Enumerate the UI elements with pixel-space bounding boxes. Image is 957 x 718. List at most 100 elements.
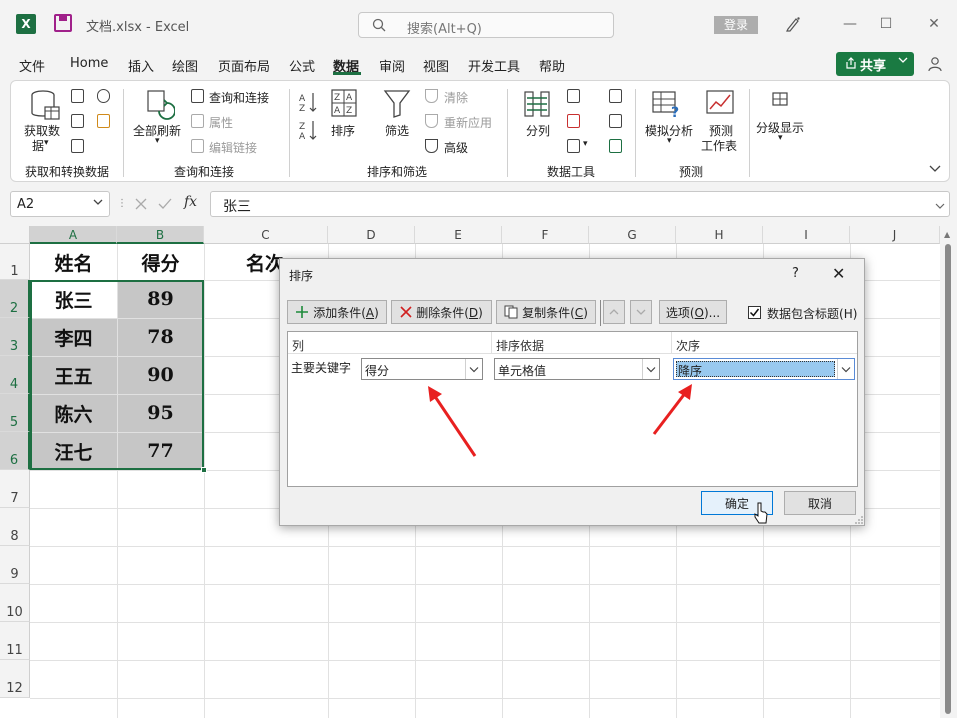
properties-button[interactable]: 属性 bbox=[209, 114, 233, 131]
edit-links-button[interactable]: 编辑链接 bbox=[209, 139, 257, 156]
delete-condition-button[interactable]: 删除条件(D) bbox=[391, 300, 492, 324]
sort-on-select[interactable]: 单元格值 bbox=[494, 358, 660, 380]
pen-icon[interactable] bbox=[783, 14, 803, 34]
login-button[interactable]: 登录 bbox=[714, 16, 758, 34]
sort-icon[interactable]: ZA AZ bbox=[331, 89, 357, 117]
maximize-button[interactable]: ☐ bbox=[874, 12, 898, 36]
column-header[interactable]: D bbox=[328, 226, 415, 244]
has-headers-label[interactable]: 数据包含标题(H) bbox=[767, 305, 857, 322]
from-web-icon[interactable] bbox=[71, 114, 84, 128]
cell-header-score[interactable]: 得分 bbox=[117, 244, 204, 280]
row-header[interactable]: 2 bbox=[0, 280, 30, 318]
menu-draw[interactable]: 绘图 bbox=[172, 56, 198, 75]
flash-fill-icon[interactable] bbox=[567, 89, 580, 103]
filter-icon[interactable] bbox=[383, 89, 411, 119]
reapply-button[interactable]: 重新应用 bbox=[444, 114, 492, 131]
from-text-icon[interactable] bbox=[71, 89, 84, 103]
menu-developer[interactable]: 开发工具 bbox=[468, 56, 520, 75]
clear-button[interactable]: 清除 bbox=[444, 89, 468, 106]
recent-sources-icon[interactable] bbox=[97, 89, 110, 103]
menu-insert[interactable]: 插入 bbox=[128, 56, 154, 75]
from-table-icon[interactable] bbox=[71, 139, 84, 153]
search-box[interactable]: 搜索(Alt+Q) bbox=[358, 12, 614, 38]
outline-icon[interactable] bbox=[769, 91, 791, 109]
filter-button[interactable]: 筛选 bbox=[385, 122, 409, 139]
advanced-button[interactable]: 高级 bbox=[444, 139, 468, 156]
menu-review[interactable]: 审阅 bbox=[379, 56, 405, 75]
row-header[interactable]: 10 bbox=[0, 584, 30, 622]
formula-input[interactable]: 张三 bbox=[210, 191, 950, 217]
name-box[interactable]: A2 bbox=[10, 191, 110, 217]
cell-header-name[interactable]: 姓名 bbox=[30, 244, 117, 280]
scroll-up-icon[interactable]: ▲ bbox=[944, 230, 950, 239]
existing-connections-icon[interactable] bbox=[97, 114, 110, 128]
row-header[interactable]: 7 bbox=[0, 470, 30, 508]
vertical-scrollbar[interactable]: ▲ bbox=[940, 226, 957, 718]
menu-home[interactable]: Home bbox=[70, 56, 108, 71]
row-header[interactable]: 8 bbox=[0, 508, 30, 546]
comment-icon[interactable] bbox=[925, 54, 945, 74]
column-header[interactable]: H bbox=[676, 226, 763, 244]
add-condition-button[interactable]: 添加条件(A) bbox=[287, 300, 387, 324]
row-header[interactable]: 11 bbox=[0, 622, 30, 660]
cancel-entry-icon[interactable] bbox=[134, 197, 148, 211]
column-header[interactable]: G bbox=[589, 226, 676, 244]
resize-grip-icon[interactable] bbox=[854, 515, 864, 525]
menu-page-layout[interactable]: 页面布局 bbox=[218, 56, 270, 75]
insert-function-icon[interactable]: fx bbox=[184, 194, 197, 210]
menu-file[interactable]: 文件 bbox=[19, 56, 45, 75]
confirm-entry-icon[interactable] bbox=[158, 197, 172, 211]
has-headers-checkbox[interactable] bbox=[748, 306, 761, 319]
row-header[interactable]: 5 bbox=[0, 394, 30, 432]
remove-duplicates-icon[interactable] bbox=[567, 114, 580, 128]
copy-condition-button[interactable]: 复制条件(C) bbox=[496, 300, 596, 324]
row-header[interactable]: 3 bbox=[0, 318, 30, 356]
fill-handle[interactable] bbox=[201, 467, 207, 473]
sort-dialog: 排序 ? ✕ 添加条件(A) 删除条件(D) 复制条件(C) 选项(O)... … bbox=[279, 258, 865, 526]
row-header[interactable]: 1 bbox=[0, 244, 30, 280]
data-validation-icon[interactable] bbox=[567, 139, 580, 153]
sort-button[interactable]: 排序 bbox=[331, 122, 355, 139]
close-window-button[interactable]: ✕ bbox=[922, 12, 946, 36]
gridline bbox=[30, 660, 940, 661]
column-header[interactable]: E bbox=[415, 226, 502, 244]
sort-az-icon[interactable]: AZ ZA bbox=[299, 91, 319, 147]
text-to-columns-icon[interactable] bbox=[523, 89, 553, 119]
column-header[interactable]: F bbox=[502, 226, 589, 244]
collapse-ribbon-icon[interactable] bbox=[929, 161, 941, 175]
options-button[interactable]: 选项(O)... bbox=[659, 300, 727, 324]
save-icon[interactable] bbox=[54, 14, 72, 32]
column-header[interactable]: J bbox=[850, 226, 940, 244]
move-down-button[interactable] bbox=[630, 300, 652, 324]
cancel-button[interactable]: 取消 bbox=[784, 491, 856, 515]
minimize-button[interactable]: — bbox=[838, 12, 862, 36]
menu-help[interactable]: 帮助 bbox=[539, 56, 565, 75]
consolidate-icon[interactable] bbox=[609, 89, 622, 103]
menu-formulas[interactable]: 公式 bbox=[289, 56, 315, 75]
share-button[interactable]: 共享 bbox=[836, 52, 914, 76]
row-header[interactable]: 6 bbox=[0, 432, 30, 470]
column-header[interactable]: I bbox=[763, 226, 850, 244]
data-model-icon[interactable] bbox=[609, 139, 622, 153]
help-button[interactable]: ? bbox=[792, 266, 799, 281]
select-all-corner[interactable] bbox=[0, 226, 30, 244]
refresh-all-icon[interactable] bbox=[145, 89, 175, 121]
order-select[interactable]: 降序 bbox=[673, 358, 855, 380]
row-header[interactable]: 9 bbox=[0, 546, 30, 584]
column-select[interactable]: 得分 bbox=[361, 358, 483, 380]
row-header[interactable]: 4 bbox=[0, 356, 30, 394]
menu-view[interactable]: 视图 bbox=[423, 56, 449, 75]
column-header[interactable]: B bbox=[117, 226, 204, 244]
forecast-sheet-icon[interactable] bbox=[705, 89, 737, 119]
dialog-close-button[interactable]: ✕ bbox=[832, 264, 845, 283]
scrollbar-thumb[interactable] bbox=[945, 244, 951, 714]
column-header[interactable]: A bbox=[30, 226, 117, 244]
queries-connections-button[interactable]: 查询和连接 bbox=[209, 89, 269, 106]
move-up-button[interactable] bbox=[603, 300, 625, 324]
what-if-analysis-icon[interactable]: ? bbox=[651, 89, 683, 119]
database-icon[interactable] bbox=[29, 89, 63, 121]
text-to-columns-button[interactable]: 分列 bbox=[526, 122, 550, 139]
column-header[interactable]: C bbox=[204, 226, 328, 244]
relationships-icon[interactable] bbox=[609, 114, 622, 128]
row-header[interactable]: 12 bbox=[0, 660, 30, 698]
